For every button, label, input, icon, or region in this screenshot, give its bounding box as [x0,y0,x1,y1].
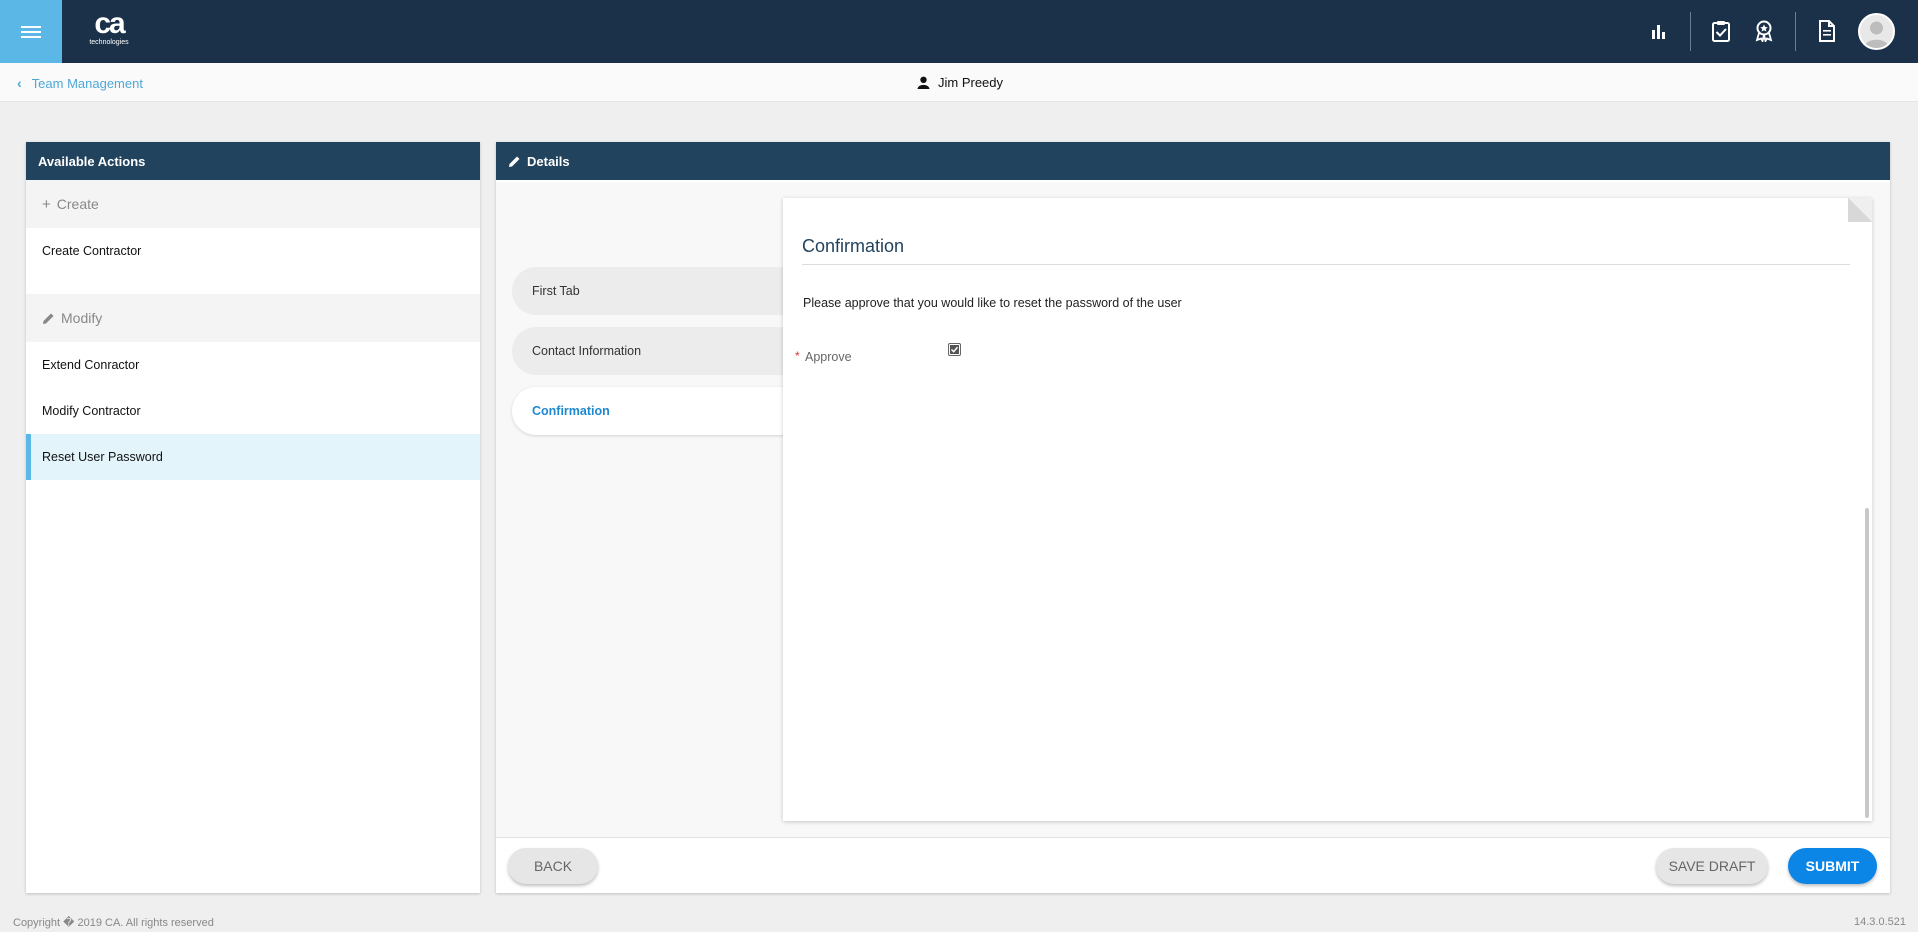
ca-technologies-logo[interactable]: ca technologies [84,7,134,54]
section-create: + Create [26,180,480,228]
required-marker: * [795,349,800,363]
user-name-label: Jim Preedy [938,75,1004,90]
available-actions-title: Available Actions [38,153,146,169]
section-modify: Modify [26,294,480,342]
version-text: 14.3.0.521 [1854,916,1906,928]
action-buttons-bar: BACK SAVE DRAFT SUBMIT [496,837,1890,893]
title-divider [802,264,1850,265]
action-label: Create Contractor [42,244,142,258]
available-actions-panel: Available Actions + Create Create Contra… [26,142,480,893]
available-actions-header: Available Actions [26,142,480,180]
team-management-back-link[interactable]: ‹ Team Management [17,75,143,91]
hamburger-icon [21,25,41,38]
action-extend-contractor[interactable]: Extend Conractor [26,342,480,388]
action-label: Modify Contractor [42,404,141,418]
section-create-label: Create [56,196,99,212]
back-button[interactable]: BACK [508,848,598,884]
logo-main: ca [94,7,125,40]
pencil-icon [43,313,54,324]
action-label: Extend Conractor [42,358,140,372]
logo-sub: technologies [89,39,129,46]
sub-header-bar: ‹ Team Management Jim Preedy [0,63,1918,102]
action-modify-contractor[interactable]: Modify Contractor [26,388,480,434]
submit-button[interactable]: SUBMIT [1788,848,1877,884]
user-avatar-icon [1864,21,1889,48]
top-navigation-bar: ca technologies [0,0,1918,63]
bar-chart-icon[interactable] [1644,16,1674,46]
page-fold-corner [1848,198,1872,222]
tab-first-tab[interactable]: First Tab [512,267,812,315]
current-user: Jim Preedy [917,75,1003,90]
details-body: First Tab Contact Information Confirmati… [496,182,1890,837]
hamburger-menu-button[interactable] [0,0,62,63]
clipboard-check-icon[interactable] [1706,16,1736,46]
person-icon [917,76,930,89]
plus-icon: + [42,195,51,213]
chevron-left-icon: ‹ [17,75,22,91]
tab-contact-information[interactable]: Contact Information [512,327,812,375]
tab-label: Contact Information [532,344,642,358]
approve-checkbox[interactable] [948,343,961,356]
confirmation-title: Confirmation [802,236,905,256]
award-icon[interactable] [1749,16,1779,46]
topbar-divider [1795,12,1796,51]
pencil-icon [509,156,520,167]
tab-label: Confirmation [532,404,610,418]
copyright-text: Copyright � 2019 CA. All rights reserved [13,917,214,929]
tab-confirmation[interactable]: Confirmation [512,387,812,435]
topbar-divider [1690,12,1691,51]
section-modify-label: Modify [61,310,103,326]
document-icon[interactable] [1812,16,1842,46]
user-avatar[interactable] [1858,13,1895,50]
back-link-label: Team Management [31,75,143,91]
checkmark-icon [950,345,959,354]
details-header: Details [496,142,1890,180]
approve-label: Approve [805,350,852,364]
action-create-contractor[interactable]: Create Contractor [26,228,480,274]
confirmation-message: Please approve that you would like to re… [803,296,1182,310]
content-scrollbar[interactable] [1865,508,1869,818]
confirmation-card: Confirmation Please approve that you wou… [783,198,1872,821]
details-title: Details [527,153,570,169]
tab-label: First Tab [532,284,580,298]
details-panel: Details First Tab Contact Information Co… [496,142,1890,893]
action-label: Reset User Password [42,450,163,464]
action-reset-user-password[interactable]: Reset User Password [26,434,480,480]
save-draft-button[interactable]: SAVE DRAFT [1656,848,1768,884]
